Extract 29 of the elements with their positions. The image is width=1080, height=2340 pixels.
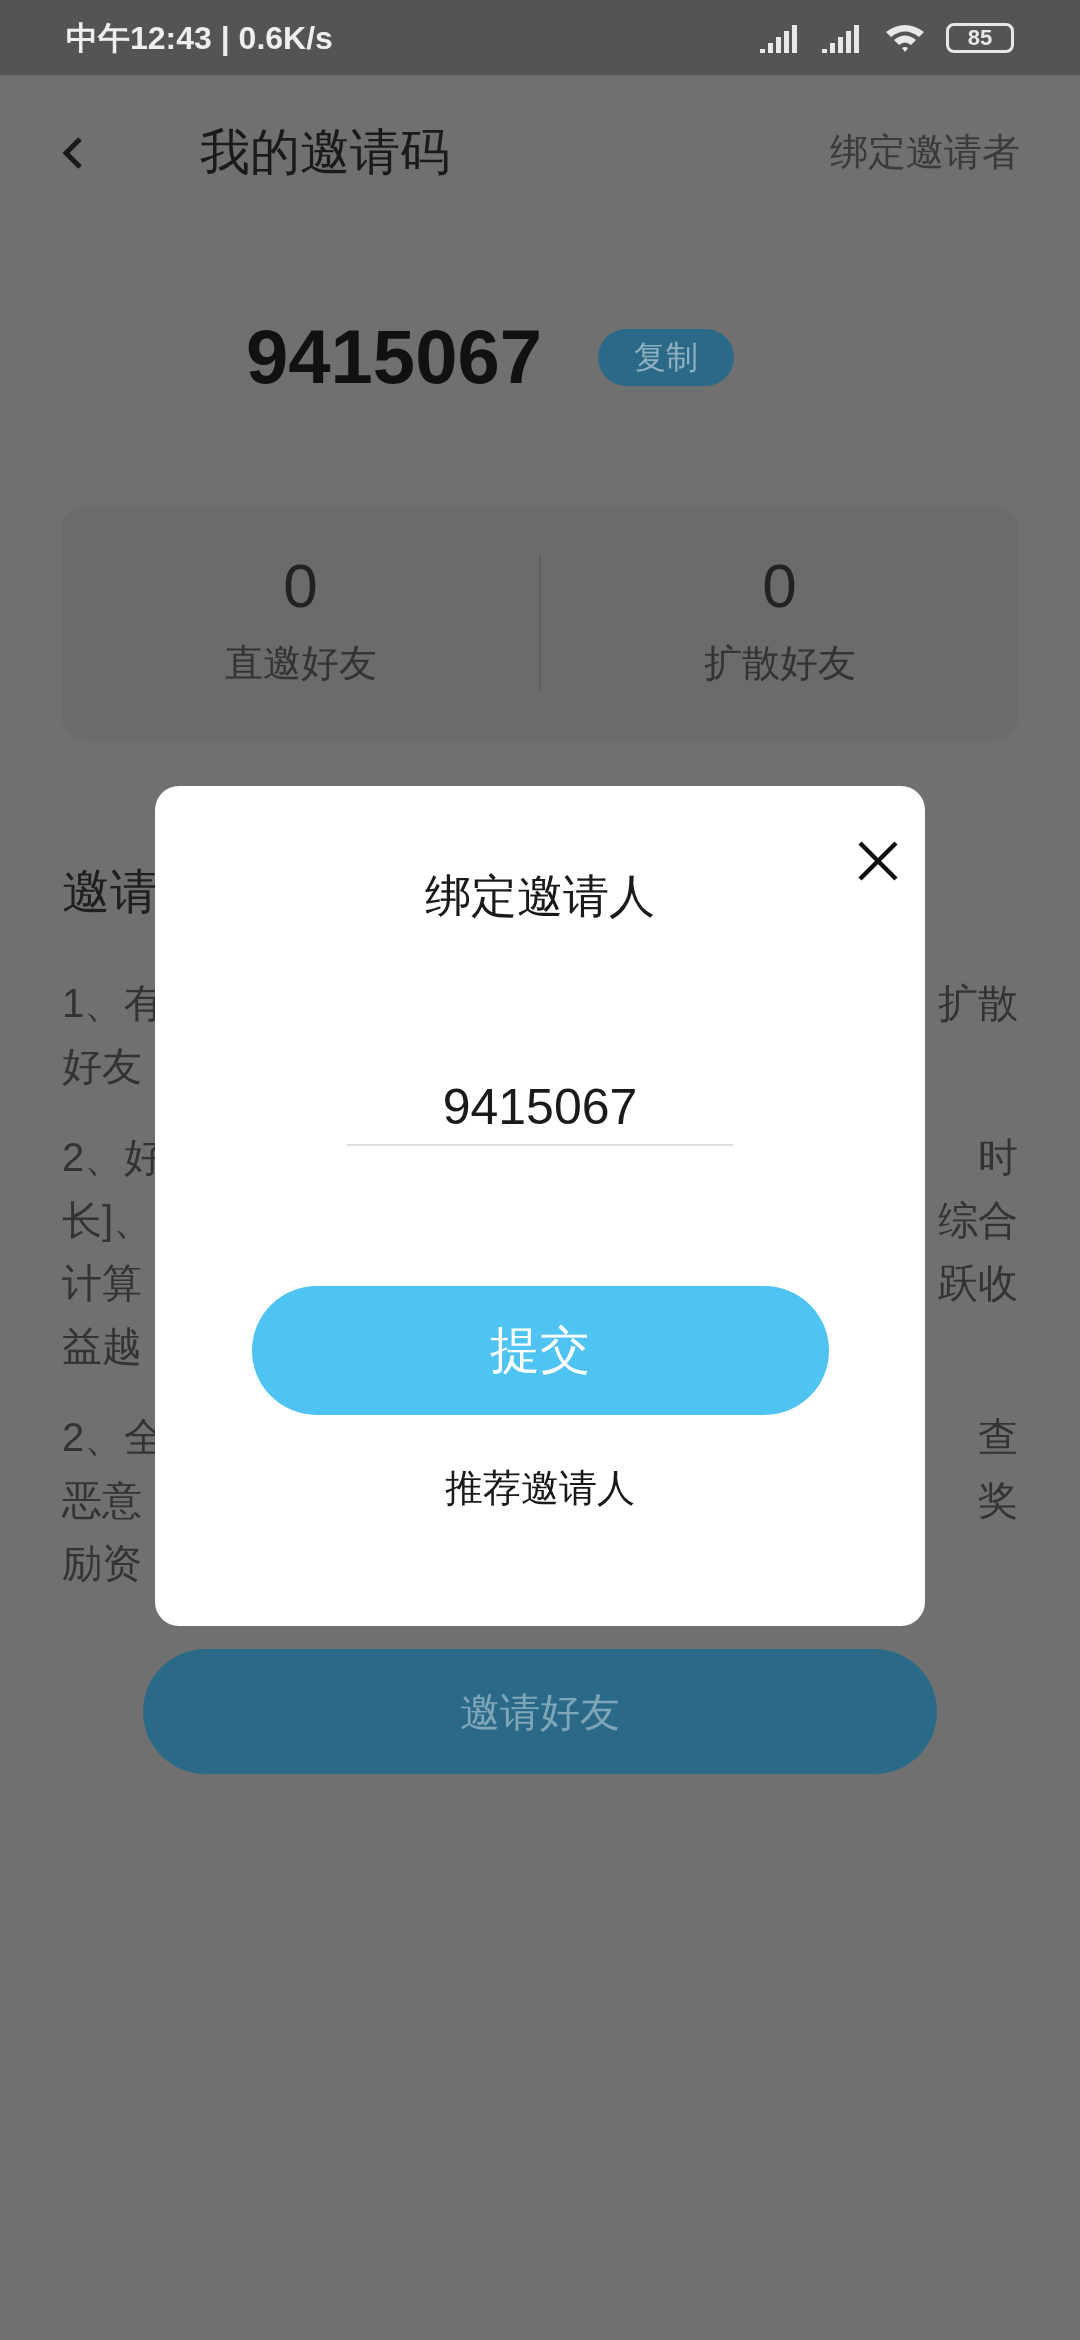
rules-text: 好友: [62, 1042, 142, 1090]
page-title: 我的邀请码: [200, 123, 450, 182]
rules-text: 跃收: [938, 1259, 1018, 1307]
rules-text: 长]、: [62, 1196, 154, 1244]
stat-label: 扩散好友: [703, 640, 856, 686]
rules-text: 综合: [938, 1196, 1018, 1244]
invite-friends-button[interactable]: 邀请好友: [143, 1649, 937, 1774]
inviter-code-field[interactable]: 9415067: [347, 1071, 733, 1146]
rules-text: 查: [978, 1413, 1018, 1461]
copy-button[interactable]: 复制: [597, 328, 734, 386]
status-time: 中午12:43 | 0.6K/s: [66, 18, 333, 58]
rules-text: 励资: [62, 1539, 142, 1587]
stat-value: 0: [283, 554, 318, 617]
close-icon[interactable]: [857, 840, 899, 882]
dialog-title: 绑定邀请人: [425, 869, 655, 924]
rules-text: 时: [978, 1133, 1018, 1181]
rules-text: 益越: [62, 1322, 142, 1370]
back-icon[interactable]: [60, 134, 84, 171]
stat-value: 0: [762, 554, 797, 617]
rules-text: 恶意: [62, 1476, 142, 1524]
recommend-inviter-link[interactable]: 推荐邀请人: [445, 1460, 635, 1517]
rules-text: 奖: [978, 1476, 1018, 1524]
submit-button[interactable]: 提交: [251, 1286, 829, 1415]
rules-heading: 邀请: [62, 868, 158, 916]
invite-code: 9415067: [246, 313, 542, 401]
rules-text: 扩散: [938, 979, 1018, 1027]
rules-text: 计算: [62, 1259, 142, 1307]
stat-label: 直邀好友: [224, 640, 377, 686]
battery-indicator: 85: [946, 22, 1014, 53]
